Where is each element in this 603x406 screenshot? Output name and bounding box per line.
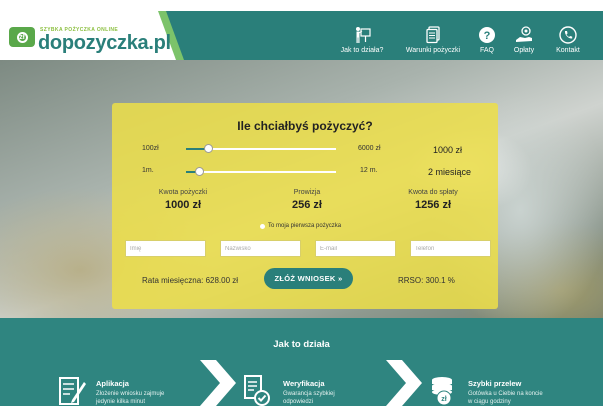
nav-how-it-works[interactable]: Jak to działa? — [336, 11, 388, 60]
first-name-field[interactable] — [125, 240, 206, 257]
repayment-label: Kwota do spłaty — [408, 189, 458, 196]
nav-label: FAQ — [479, 47, 494, 54]
first-loan-label: To moja pierwsza pożyczka — [268, 223, 342, 229]
nav-faq[interactable]: ? FAQ — [474, 11, 500, 60]
phone-icon — [559, 26, 577, 44]
how-it-works-section: Jak to działa Aplikacja Złożenie wniosku… — [0, 318, 603, 406]
site-header: zł SZYBKA POŻYCZKA ONLINE dopozyczka.pl … — [0, 11, 603, 60]
wallet-logo-icon: zł — [9, 27, 35, 47]
period-slider-track[interactable] — [186, 171, 336, 173]
commission-value: 256 zł — [292, 199, 322, 211]
step-title: Aplikacja — [96, 379, 129, 388]
period-max-label: 12 m. — [360, 167, 378, 174]
step-desc: Gwarancja szybkiej odpowiedzi — [283, 391, 335, 405]
hand-coin-icon — [515, 26, 533, 44]
site-logo[interactable]: zł SZYBKA POŻYCZKA ONLINE dopozyczka.pl — [0, 11, 171, 60]
loan-amount-label: Kwota pożyczki — [158, 189, 208, 196]
period-min-label: 1m. — [142, 167, 154, 174]
svg-text:zł: zł — [441, 396, 447, 403]
chevron-right-icon — [384, 360, 422, 406]
email-field[interactable] — [315, 240, 396, 257]
svg-text:?: ? — [484, 30, 491, 42]
step-desc: Złożenie wniosku zajmuje jedynie kilka m… — [96, 391, 165, 405]
nav-loan-terms[interactable]: Warunki pożyczki — [400, 11, 466, 60]
amount-value: 1000 zł — [433, 145, 463, 155]
nav-label: Opłaty — [513, 47, 535, 54]
question-icon: ? — [478, 26, 496, 44]
document-check-icon — [242, 374, 270, 406]
presentation-icon — [353, 26, 371, 44]
top-strip — [0, 0, 603, 11]
period-value: 2 miesiące — [428, 167, 472, 177]
calculator-title: Ile chciałbyś pożyczyć? — [237, 119, 373, 133]
first-loan-checkbox[interactable]: To moja pierwsza pożyczka — [260, 223, 341, 229]
amount-max-label: 6000 zł — [358, 145, 381, 152]
radio-circle-icon — [260, 223, 265, 229]
phone-field[interactable] — [410, 240, 491, 257]
nav-contact[interactable]: Kontakt — [548, 11, 588, 60]
coins-icon: zł — [428, 374, 456, 406]
step-title: Weryfikacja — [283, 379, 325, 388]
nav-label: Jak to działa? — [340, 47, 384, 54]
commission-label: Prowizja — [293, 189, 321, 196]
amount-min-label: 100zł — [142, 145, 159, 152]
documents-icon — [424, 26, 442, 44]
nav-label: Warunki pożyczki — [405, 47, 461, 54]
last-name-field[interactable] — [220, 240, 301, 257]
nav-label: Kontakt — [556, 47, 580, 54]
step-desc: Gotówka u Ciebie na koncie w ciągu godzi… — [468, 391, 543, 405]
monthly-rate: Rata miesięczna: 628.00 zł — [142, 276, 239, 285]
loan-amount-value: 1000 zł — [164, 199, 202, 211]
logo-name: dopozyczka.pl — [38, 32, 171, 54]
form-icon — [58, 374, 86, 406]
apply-button[interactable]: ZŁÓŻ WNIOSEK » — [264, 268, 353, 289]
rrso-value: RRSO: 300.1 % — [398, 276, 455, 285]
section-title: Jak to działa — [273, 339, 330, 350]
nav-fees[interactable]: Opłaty — [506, 11, 542, 60]
repayment-value: 1256 zł — [414, 199, 452, 211]
coin-symbol: zł — [16, 31, 28, 43]
step-title: Szybki przelew — [468, 379, 522, 388]
chevron-right-icon — [198, 360, 236, 406]
